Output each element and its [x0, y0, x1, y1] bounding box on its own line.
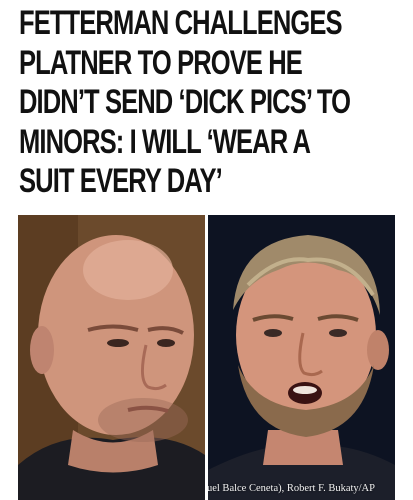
headline-line: DIDN’T SEND ‘DICK PICS’ TO: [19, 83, 351, 121]
headline-line: SUIT EVERY DAY’: [19, 162, 223, 200]
right-portrait-photo: AP Photo/Manuel Balce Ceneta), Robert F.…: [208, 215, 395, 500]
headline-line: PLATNER TO PROVE HE: [19, 43, 303, 82]
left-portrait-photo: [18, 215, 205, 500]
headline-line: MINORS: I WILL ‘WEAR A: [19, 122, 311, 161]
bald-man-portrait: [18, 215, 205, 500]
photo-credit: AP Photo/Manuel Balce Ceneta), Robert F.…: [208, 483, 375, 494]
headline-line: FETTERMAN CHALLENGES: [19, 4, 343, 42]
headline: FETTERMAN CHALLENGES PLATNER TO PROVE HE…: [19, 4, 404, 202]
bearded-man-portrait: [208, 215, 395, 500]
